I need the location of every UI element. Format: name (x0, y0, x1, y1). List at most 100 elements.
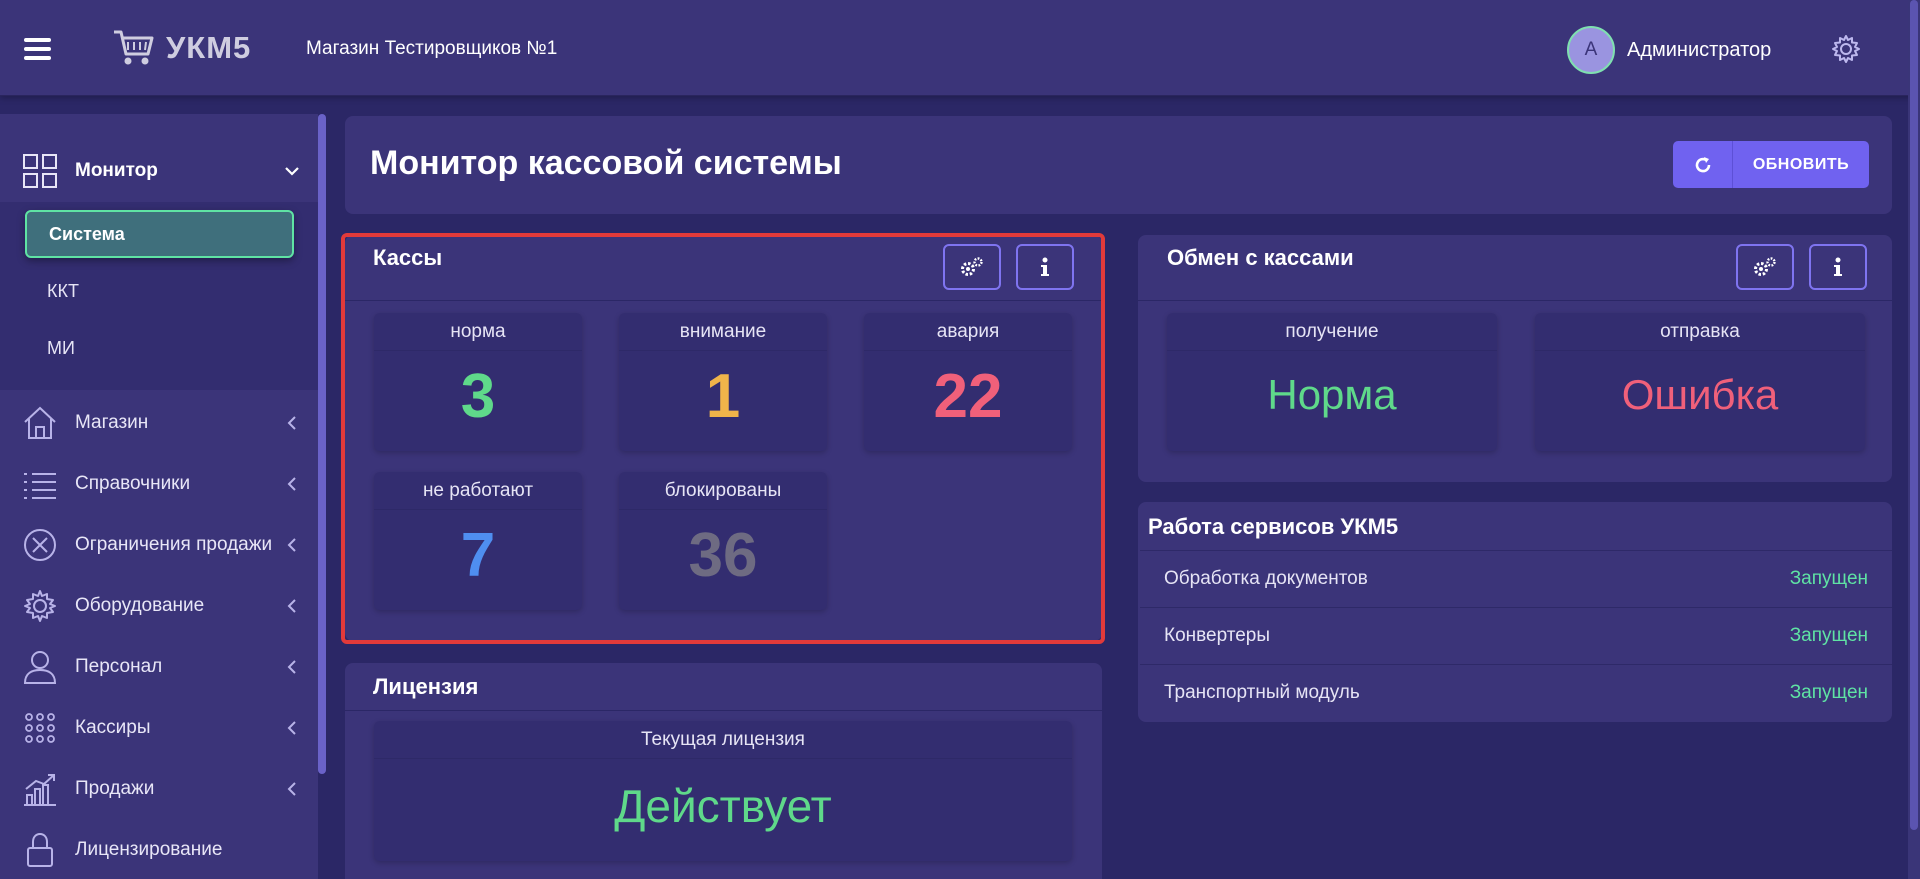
chevron-left-icon (287, 599, 296, 613)
gears-icon (1754, 257, 1776, 276)
logo-text: УКМ5 (166, 30, 252, 65)
exchange-divider (1138, 300, 1892, 301)
kassy-settings-button[interactable] (943, 244, 1001, 290)
refresh-icon (1673, 141, 1733, 188)
stat-blocked[interactable]: блокированы 36 (619, 472, 827, 610)
refresh-button[interactable]: ОБНОВИТЬ (1673, 141, 1869, 188)
sidebar-item-personnel[interactable]: Персонал (0, 639, 318, 695)
stat-value: 7 (460, 521, 496, 590)
chevron-down-icon (285, 167, 299, 176)
sidebar-item-label: Лицензирование (75, 839, 223, 860)
sidebar-item-label: Ограничения продажи (75, 534, 273, 555)
service-name: Обработка документов (1164, 568, 1368, 589)
kassy-info-button[interactable] (1016, 244, 1074, 290)
top-bar: УКМ5 Магазин Тестировщиков №1 A Админист… (0, 0, 1920, 96)
kassy-title: Кассы (373, 245, 443, 270)
gears-icon (961, 257, 983, 276)
kassy-divider (345, 300, 1102, 301)
info-icon (1834, 257, 1842, 276)
sidebar-item-sale-restrictions[interactable]: Ограничения продажи (0, 517, 318, 573)
stat-label: внимание (619, 313, 827, 351)
license-title: Лицензия (373, 674, 479, 699)
sidebar-item-sales[interactable]: Продажи (0, 761, 318, 817)
menu-icon[interactable] (24, 38, 51, 60)
stat-value: Действует (614, 780, 832, 832)
sidebar-item-licensing[interactable]: Лицензирование (0, 822, 318, 878)
exchange-settings-button[interactable] (1736, 244, 1794, 290)
exchange-send[interactable]: отправка Ошибка (1535, 313, 1865, 451)
settings-gear-icon[interactable] (1830, 33, 1862, 65)
chevron-left-icon (287, 538, 296, 552)
stat-alarm[interactable]: авария 22 (864, 313, 1072, 451)
sidebar-item-label: Продажи (75, 778, 155, 799)
sidebar-item-equipment[interactable]: Оборудование (0, 578, 318, 634)
sidebar-item-store[interactable]: Магазин (0, 395, 318, 451)
cart-icon (114, 30, 154, 65)
service-name: Конвертеры (1164, 625, 1271, 646)
submenu-item-kkt[interactable]: ККТ (25, 267, 294, 315)
exchange-title: Обмен с кассами (1167, 245, 1354, 270)
dashboard-grid-icon (23, 154, 57, 188)
chevron-left-icon (287, 477, 296, 491)
stat-attention[interactable]: внимание 1 (619, 313, 827, 451)
logo[interactable]: УКМ5 (112, 28, 251, 68)
service-row: Обработка документов Запущен (1140, 550, 1892, 607)
service-status: Запущен (1789, 568, 1868, 589)
list-icon (24, 473, 56, 499)
page-scrollbar[interactable] (1908, 0, 1920, 879)
sidebar-item-cashiers[interactable]: Кассиры (0, 700, 318, 756)
stat-label: блокированы (619, 472, 827, 510)
sidebar-item-references[interactable]: Справочники (0, 456, 318, 512)
exchange-receive[interactable]: получение Норма (1167, 313, 1497, 451)
license-current[interactable]: Текущая лицензия Действует (374, 721, 1072, 861)
service-row: Конвертеры Запущен (1140, 607, 1892, 664)
chevron-left-icon (287, 782, 296, 796)
stat-label: норма (374, 313, 582, 351)
user-name[interactable]: Администратор (1627, 39, 1771, 62)
submenu-item-system[interactable]: Система (25, 210, 294, 258)
sidebar-item-label: Магазин (75, 412, 149, 433)
stat-value: 36 (688, 521, 758, 590)
stat-norm[interactable]: норма 3 (374, 313, 582, 451)
stat-label: авария (864, 313, 1072, 351)
stat-label: отправка (1535, 313, 1865, 351)
sidebar-item-label: Кассиры (75, 717, 151, 738)
monitor-submenu: Система ККТ МИ (0, 202, 318, 390)
circle-x-icon (24, 529, 56, 561)
exchange-info-button[interactable] (1809, 244, 1867, 290)
stat-value: 1 (705, 362, 741, 431)
sidebar-item-monitor[interactable]: Монитор (0, 144, 318, 198)
page-title: Монитор кассовой системы (370, 144, 842, 182)
store-name: Магазин Тестировщиков №1 (306, 38, 558, 59)
stat-label: Текущая лицензия (374, 721, 1072, 759)
page-scrollbar-thumb[interactable] (1910, 0, 1918, 830)
stat-value: 3 (460, 362, 496, 431)
lock-icon (27, 832, 53, 867)
sidebar-item-label: Оборудование (75, 595, 205, 616)
info-icon (1041, 257, 1049, 276)
services-title: Работа сервисов УКМ5 (1148, 514, 1399, 539)
stat-value: Ошибка (1621, 371, 1779, 418)
stat-not-working[interactable]: не работают 7 (374, 472, 582, 610)
chevron-left-icon (287, 660, 296, 674)
person-icon (23, 651, 57, 684)
stat-label: не работают (374, 472, 582, 510)
service-row: Транспортный модуль Запущен (1140, 664, 1892, 721)
chevron-left-icon (287, 721, 296, 735)
avatar[interactable]: A (1567, 26, 1615, 74)
stat-value: Норма (1267, 371, 1397, 418)
sidebar: Монитор Система ККТ МИ Магазин Справочни… (0, 114, 318, 879)
sidebar-scrollbar[interactable] (318, 114, 326, 774)
service-status: Запущен (1789, 682, 1868, 703)
service-name: Транспортный модуль (1164, 682, 1360, 703)
sidebar-item-label: Персонал (75, 656, 163, 677)
sidebar-item-label: Монитор (75, 160, 158, 181)
sidebar-item-label: Справочники (75, 473, 191, 494)
service-status: Запущен (1789, 625, 1868, 646)
stat-label: получение (1167, 313, 1497, 351)
submenu-item-mi[interactable]: МИ (25, 324, 294, 372)
chart-icon (24, 774, 56, 806)
stat-value: 22 (933, 362, 1003, 431)
refresh-label: ОБНОВИТЬ (1752, 155, 1850, 173)
dots-grid-icon (25, 713, 55, 743)
